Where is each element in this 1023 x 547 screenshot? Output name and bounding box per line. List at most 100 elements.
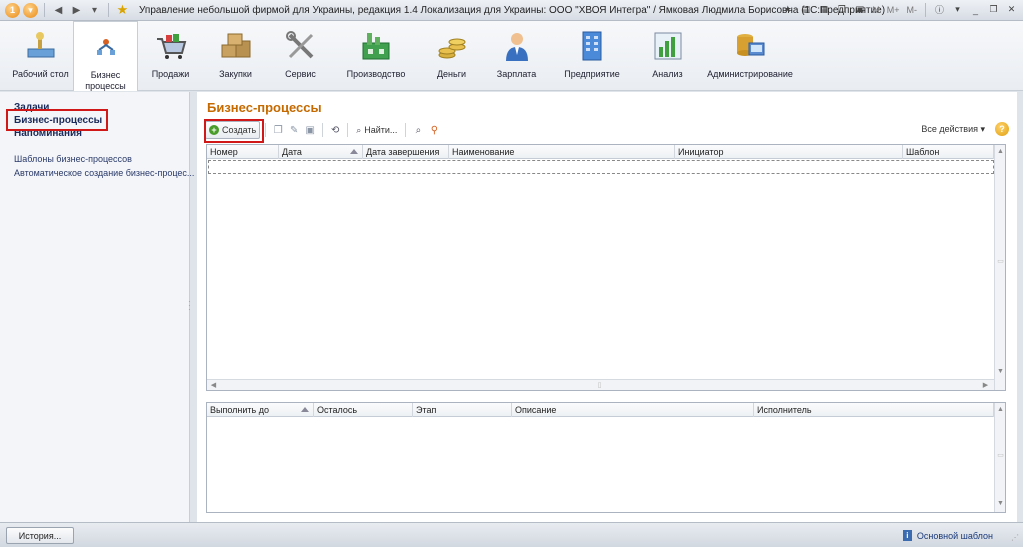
highlight-box [204,119,264,143]
tasks-table[interactable]: Выполнить до Осталось Этап Описание Испо… [206,402,1006,513]
section-label: Предприятие [564,69,620,79]
forward-icon[interactable]: ▶ [69,3,84,18]
separator [322,123,324,137]
scroll-up-icon[interactable]: ▲ [996,405,1005,414]
process-map-icon[interactable]: ⚲ [427,123,441,137]
memory-plus-button[interactable]: M+ [885,2,902,17]
add-favorite-icon[interactable]: ★ [780,2,795,17]
scroll-up-icon[interactable]: ▲ [996,147,1005,156]
section-label: Администрирование [707,69,793,79]
column-end-date[interactable]: Дата завершения [363,145,449,159]
memory-button[interactable]: M [870,2,882,17]
section-service[interactable]: Сервис [268,21,333,91]
calendar-icon[interactable]: ▦ [816,2,831,17]
horizontal-scrollbar[interactable]: ◀ ▯ ▶ [207,379,994,390]
section-production[interactable]: Производство [333,21,419,91]
column-template[interactable]: Шаблон [903,145,994,159]
help-icon[interactable]: ? [995,122,1009,136]
scroll-down-icon[interactable]: ▼ [996,499,1005,508]
main-menu-icon[interactable]: ▾ [23,2,38,18]
find-label: Найти... [364,125,398,135]
column-date[interactable]: Дата [279,145,363,159]
cancel-search-icon[interactable]: ⌕ [411,123,425,137]
delete-mark-icon[interactable]: ▣ [303,123,317,137]
section-administration[interactable]: Администрирование [700,21,800,91]
section-label: Закупки [219,69,252,79]
scroll-down-icon[interactable]: ▼ [996,367,1005,376]
restore-icon[interactable]: ❐ [986,2,1001,17]
column-initiator[interactable]: Инициатор [675,145,903,159]
section-desktop[interactable]: Рабочий стол [8,21,73,91]
status-bar: История... i Основной шаблон ⋰ [0,522,1023,547]
section-money[interactable]: Деньги [419,21,484,91]
column-date-label: Дата [282,147,302,157]
print-icon[interactable]: ▤ [798,2,813,17]
column-executor[interactable]: Исполнитель [754,403,994,417]
refresh-icon[interactable]: ⟲ [328,123,342,137]
business-process-icon [89,30,123,64]
scroll-left-icon[interactable]: ◀ [209,381,218,390]
dropdown-icon[interactable]: ▾ [87,3,102,18]
vertical-scrollbar[interactable]: ▲ ▭ ▼ [994,403,1005,512]
production-factory-icon [359,29,393,63]
separator [44,3,45,17]
column-due-date-label: Выполнить до [210,405,269,415]
scroll-thumb[interactable]: ▭ [996,451,1005,460]
business-processes-table[interactable]: Номер Дата Дата завершения Наименование … [206,144,1006,391]
memory-minus-button[interactable]: M- [905,2,920,17]
table-row[interactable] [208,160,994,174]
sales-cart-icon [154,29,188,63]
all-actions-menu[interactable]: Все действия ▾ [921,124,985,135]
copy-icon[interactable]: ❐ [834,2,849,17]
link-auto-create-bp[interactable]: Автоматическое создание бизнес-процес... [14,168,194,178]
copy-icon[interactable]: ❐ [271,123,285,137]
template-indicator[interactable]: i Основной шаблон [902,530,993,541]
section-enterprise[interactable]: Предприятие [549,21,635,91]
calculator-icon[interactable]: ▣ [852,2,867,17]
scroll-thumb[interactable]: ▭ [996,257,1005,266]
back-icon[interactable]: ◀ [51,3,66,18]
left-navigation: Задачи Бизнес-процессы Напоминания Шабло… [0,92,194,522]
column-description[interactable]: Описание [512,403,754,417]
minimize-icon[interactable]: _ [968,2,983,17]
administration-icon [733,29,767,63]
purchases-boxes-icon [219,29,253,63]
scroll-thumb[interactable]: ▯ [595,381,604,390]
section-purchases[interactable]: Закупки [203,21,268,91]
find-button[interactable]: ⌕ Найти... [353,121,400,139]
panel-splitter[interactable]: · · · [188,298,192,320]
service-tools-icon [284,29,318,63]
column-stage[interactable]: Этап [413,403,512,417]
section-sales[interactable]: Продажи [138,21,203,91]
column-name[interactable]: Наименование [449,145,675,159]
info-dropdown-icon[interactable]: ▾ [950,2,965,17]
resize-grip-icon[interactable]: ⋰ [1011,533,1019,542]
salary-person-icon [500,29,534,63]
desktop-icon [24,29,58,63]
section-business-processes[interactable]: Бизнес процессы [73,21,138,91]
table-header: Выполнить до Осталось Этап Описание Испо… [207,403,994,417]
section-label: Деньги [436,69,467,79]
edit-pencil-icon[interactable]: ✎ [287,123,301,137]
separator [265,123,267,137]
history-button[interactable]: История... [6,527,74,544]
column-number[interactable]: Номер [207,145,279,159]
section-salary[interactable]: Зарплата [484,21,549,91]
link-bp-templates[interactable]: Шаблоны бизнес-процессов [14,154,132,164]
section-label: Сервис [285,69,316,79]
toolbar: + Создать ❐ ✎ ▣ ⟲ ⌕ Найти... ⌕ ⚲ Все дей… [205,120,1015,140]
vertical-scrollbar[interactable]: ▲ ▭ ▼ [994,145,1005,390]
scroll-right-icon[interactable]: ▶ [981,381,990,390]
section-analysis[interactable]: Анализ [635,21,700,91]
separator [108,3,109,17]
column-due-date[interactable]: Выполнить до [207,403,314,417]
close-icon[interactable]: ✕ [1004,2,1019,17]
column-remaining[interactable]: Осталось [314,403,413,417]
title-bar: 1 ▾ ◀ ▶ ▾ ★ Управление небольшой фирмой … [0,0,1023,21]
favorites-star-icon[interactable]: ★ [115,2,130,18]
window-title: Управление небольшой фирмой для Украины,… [139,4,886,16]
info-icon[interactable]: ⓘ [932,2,947,17]
app-menu-icon[interactable]: 1 [5,2,20,18]
section-label: Бизнес процессы [85,70,126,91]
separator [925,2,926,17]
